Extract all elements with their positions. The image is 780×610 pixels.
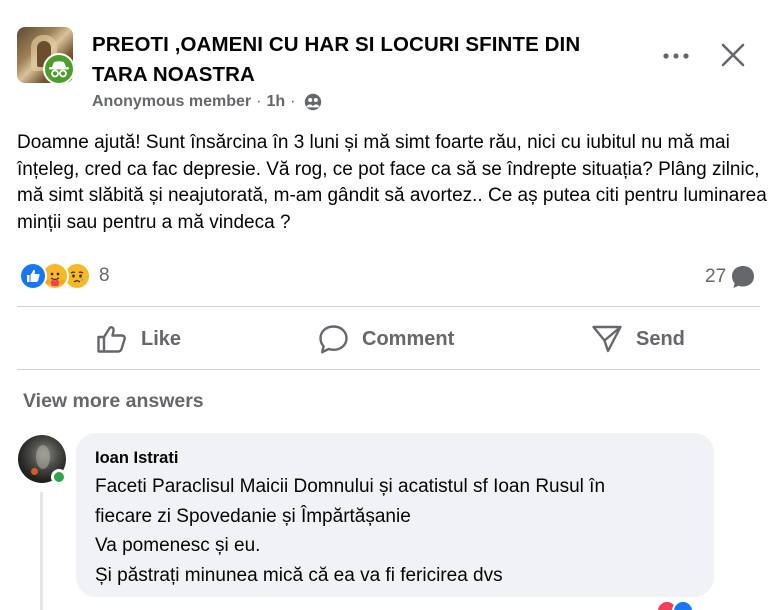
comment-line: Și păstrați minunea mică că ea va fi fer… <box>95 564 503 586</box>
send-button[interactable]: Send <box>591 318 685 360</box>
send-label: Send <box>636 327 685 350</box>
comment-icon <box>318 324 349 355</box>
close-icon[interactable] <box>716 38 750 72</box>
divider <box>17 306 760 307</box>
like-reaction-icon <box>672 600 694 610</box>
like-label: Like <box>141 327 182 350</box>
send-icon <box>591 324 623 354</box>
comment-button[interactable]: Comment <box>318 318 454 360</box>
meta-separator: · <box>256 93 262 110</box>
author-name[interactable]: Anonymous member <box>92 93 251 111</box>
comments-count-number: 27 <box>705 266 727 287</box>
more-options-icon[interactable] <box>660 40 692 72</box>
group-name-link[interactable]: PREOTI ,OAMENI CU HAR SI LOCURI SFINTE D… <box>92 30 632 90</box>
view-more-answers-link[interactable]: View more answers <box>23 390 204 413</box>
icon-face-shape <box>36 445 50 469</box>
post-time-link[interactable]: 1h <box>266 93 285 111</box>
comment-line: Faceti Paraclisul Maicii Domnului și aca… <box>95 476 606 497</box>
comment-label: Comment <box>362 327 455 350</box>
post-body-text: Doamne ajută! Sunt însărcina în 3 luni ș… <box>17 132 767 233</box>
anonymous-member-icon <box>43 53 75 85</box>
group-privacy-icon[interactable] <box>304 93 322 111</box>
reaction-count[interactable]: 8 <box>99 265 110 287</box>
post-header: PREOTI ,OAMENI CU HAR SI LOCURI SFINTE D… <box>0 0 780 120</box>
meta-separator: · <box>290 93 296 110</box>
thumbs-up-icon <box>96 324 128 354</box>
comment-bubble-icon <box>730 264 756 290</box>
reactions-summary[interactable]: 8 <box>19 262 110 290</box>
divider <box>17 369 760 370</box>
comment-line: fiecare zi Spovedanie și Împărtășanie <box>95 505 411 527</box>
comment-text: Faceti Paraclisul Maicii Domnului și aca… <box>95 472 705 590</box>
comments-count-link[interactable]: 27 <box>705 264 756 290</box>
like-reaction-icon <box>19 262 47 290</box>
comment-author-link[interactable]: Ioan Istrati <box>95 449 178 468</box>
like-button[interactable]: Like <box>96 318 181 360</box>
comment-reactions-partial[interactable] <box>656 600 694 610</box>
comment-bubble: Ioan Istrati Faceti Paraclisul Maicii Do… <box>76 433 714 597</box>
comment-thread-line <box>40 492 43 610</box>
group-avatar-stack[interactable] <box>17 27 75 85</box>
online-status-icon <box>51 469 67 485</box>
comment-line: Va pomenesc și eu. <box>95 535 261 556</box>
icon-lamp-shape <box>31 468 38 475</box>
post-meta: Anonymous member · 1h · <box>92 93 322 111</box>
